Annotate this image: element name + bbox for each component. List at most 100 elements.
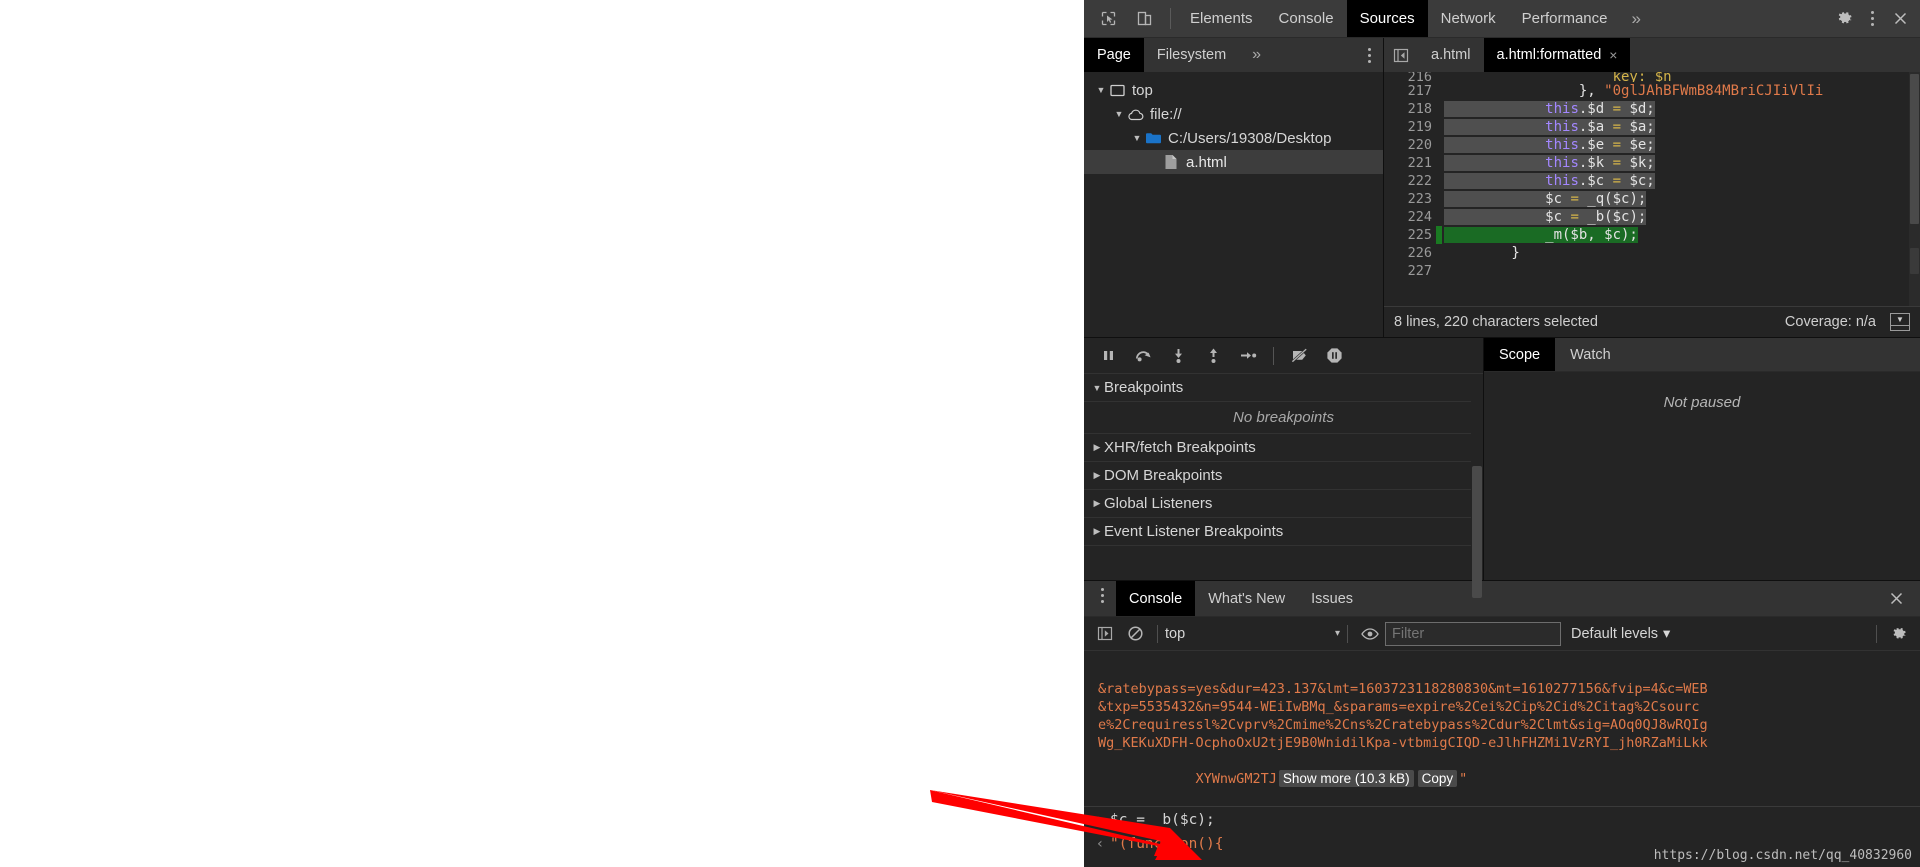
code-line[interactable]: 219 this.$a = $a;: [1384, 118, 1910, 136]
gear-icon[interactable]: [1884, 621, 1914, 647]
line-number[interactable]: 221: [1384, 154, 1442, 172]
navigator-more-button[interactable]: »: [1239, 38, 1274, 72]
live-expression-icon[interactable]: [1355, 621, 1385, 647]
console-input-row[interactable]: › $c = _b($c);: [1084, 807, 1920, 831]
code-line-text[interactable]: }, "0glJAhBFWmB84MBriCJIiVlIi: [1442, 82, 1910, 100]
chevron-down-icon[interactable]: ▼: [1112, 109, 1126, 119]
code-line[interactable]: 222 this.$c = $c;: [1384, 172, 1910, 190]
tab-performance[interactable]: Performance: [1509, 0, 1621, 37]
more-vertical-icon[interactable]: [1858, 5, 1886, 33]
editor-scrollbar-thumb-lower[interactable]: [1910, 248, 1919, 274]
chevron-right-icon[interactable]: ▶: [1090, 498, 1104, 509]
chevron-right-icon[interactable]: ▶: [1090, 470, 1104, 481]
copy-button[interactable]: Copy: [1417, 770, 1458, 787]
step-over-icon[interactable]: [1127, 342, 1159, 370]
code-line-text[interactable]: this.$k = $k;: [1442, 154, 1910, 172]
event-listener-breakpoints-header[interactable]: ▶ Event Listener Breakpoints: [1084, 518, 1483, 546]
chevron-down-icon[interactable]: ▼: [1130, 133, 1144, 143]
line-number[interactable]: 226: [1384, 244, 1442, 262]
tree-item-file-scheme[interactable]: ▼ file://: [1084, 102, 1383, 126]
tab-scope[interactable]: Scope: [1484, 338, 1556, 371]
line-number[interactable]: 225: [1384, 226, 1442, 244]
code-line-text[interactable]: this.$d = $d;: [1442, 100, 1910, 118]
xhr-fetch-breakpoints-header[interactable]: ▶ XHR/fetch Breakpoints: [1084, 434, 1483, 462]
execution-context-selector[interactable]: top ▾: [1165, 626, 1340, 642]
code-line-text[interactable]: }: [1442, 244, 1910, 262]
console-input-value[interactable]: $c = _b($c);: [1110, 809, 1215, 831]
close-icon[interactable]: [1886, 5, 1914, 33]
code-line-text[interactable]: this.$e = $e;: [1442, 136, 1910, 154]
code-line-text[interactable]: [1442, 262, 1910, 280]
code-line[interactable]: 224 $c = _b($c);: [1384, 208, 1910, 226]
dom-breakpoints-header[interactable]: ▶ DOM Breakpoints: [1084, 462, 1483, 490]
code-line-text[interactable]: $c = _b($c);: [1442, 208, 1910, 226]
code-line[interactable]: 225 _m($b, $c);: [1384, 226, 1910, 244]
navigator-toggle-icon[interactable]: [1384, 38, 1418, 72]
line-number[interactable]: 227: [1384, 262, 1442, 280]
step-out-icon[interactable]: [1197, 342, 1229, 370]
device-toolbar-icon[interactable]: [1130, 5, 1158, 33]
code-line[interactable]: 227: [1384, 262, 1910, 280]
pause-on-exceptions-icon[interactable]: [1318, 342, 1350, 370]
tree-item-a-html[interactable]: ▼ a.html: [1084, 150, 1383, 174]
drawer-tab-console[interactable]: Console: [1116, 581, 1196, 616]
line-number[interactable]: 218: [1384, 100, 1442, 118]
line-number[interactable]: 217: [1384, 82, 1442, 100]
chevron-down-icon[interactable]: ▼: [1094, 85, 1108, 95]
navigator-tab-filesystem[interactable]: Filesystem: [1144, 38, 1239, 72]
editor-tab-a-html[interactable]: a.html: [1418, 38, 1484, 72]
tab-elements[interactable]: Elements: [1177, 0, 1266, 37]
code-line-text[interactable]: key: $n: [1442, 72, 1910, 82]
code-line-text[interactable]: $c = _q($c);: [1442, 190, 1910, 208]
line-number[interactable]: 220: [1384, 136, 1442, 154]
tab-network[interactable]: Network: [1428, 0, 1509, 37]
global-listeners-header[interactable]: ▶ Global Listeners: [1084, 490, 1483, 518]
editor-tab-a-html-formatted[interactable]: a.html:formatted ×: [1483, 38, 1631, 72]
code-line-text[interactable]: this.$c = $c;: [1442, 172, 1910, 190]
chevron-right-icon[interactable]: ▶: [1090, 442, 1104, 453]
step-icon[interactable]: [1232, 342, 1264, 370]
line-number[interactable]: 219: [1384, 118, 1442, 136]
code-line-text[interactable]: this.$a = $a;: [1442, 118, 1910, 136]
code-line[interactable]: 221 this.$k = $k;: [1384, 154, 1910, 172]
clear-console-icon[interactable]: [1120, 621, 1150, 647]
tree-item-folder[interactable]: ▼ C:/Users/19308/Desktop: [1084, 126, 1383, 150]
editor-vertical-scrollbar[interactable]: [1909, 72, 1920, 306]
console-output[interactable]: &ratebypass=yes&dur=423.137&lmt=16037231…: [1084, 651, 1920, 806]
debugger-sidebar-scrollbar-thumb[interactable]: [1472, 466, 1482, 598]
line-number[interactable]: 224: [1384, 208, 1442, 226]
chevron-right-icon[interactable]: ▶: [1090, 526, 1104, 537]
navigator-tab-page[interactable]: Page: [1084, 38, 1144, 72]
pause-icon[interactable]: [1092, 342, 1124, 370]
drawer-more-vertical-icon[interactable]: [1088, 581, 1116, 609]
code-line[interactable]: 223 $c = _q($c);: [1384, 190, 1910, 208]
show-more-button[interactable]: Show more (10.3 kB): [1278, 770, 1414, 787]
breakpoints-header[interactable]: ▼ Breakpoints: [1084, 374, 1483, 402]
code-line-text[interactable]: _m($b, $c);: [1442, 226, 1910, 244]
line-number[interactable]: 223: [1384, 190, 1442, 208]
tab-sources[interactable]: Sources: [1346, 0, 1428, 37]
drawer-tab-whats-new[interactable]: What's New: [1195, 581, 1298, 616]
code-line[interactable]: 218 this.$d = $d;: [1384, 100, 1910, 118]
step-into-icon[interactable]: [1162, 342, 1194, 370]
editor-scrollbar-thumb[interactable]: [1910, 74, 1919, 224]
code-viewer[interactable]: 216 key: $n 217 }, "0glJAhBFWmB84MBriCJIi…: [1384, 72, 1920, 306]
chevron-down-icon[interactable]: ▼: [1090, 383, 1104, 393]
navigator-more-vertical-icon[interactable]: [1360, 47, 1379, 63]
tab-console[interactable]: Console: [1266, 0, 1347, 37]
console-levels-selector[interactable]: Default levels ▾: [1561, 626, 1680, 642]
console-sidebar-icon[interactable]: [1090, 621, 1120, 647]
tab-watch[interactable]: Watch: [1555, 338, 1626, 371]
close-icon[interactable]: [1882, 585, 1910, 613]
debugger-sidebar-scrollbar[interactable]: [1471, 374, 1483, 598]
close-tab-icon[interactable]: ×: [1609, 47, 1617, 63]
inspect-element-icon[interactable]: [1094, 5, 1122, 33]
more-tabs-button[interactable]: »: [1621, 0, 1652, 37]
drawer-toggle-icon[interactable]: ▼: [1890, 313, 1910, 331]
tree-item-top[interactable]: ▼ top: [1084, 78, 1383, 102]
line-number[interactable]: 222: [1384, 172, 1442, 190]
code-line[interactable]: 220 this.$e = $e;: [1384, 136, 1910, 154]
deactivate-breakpoints-icon[interactable]: [1283, 342, 1315, 370]
console-filter-input[interactable]: [1385, 621, 1561, 646]
line-number[interactable]: 216: [1384, 72, 1442, 82]
